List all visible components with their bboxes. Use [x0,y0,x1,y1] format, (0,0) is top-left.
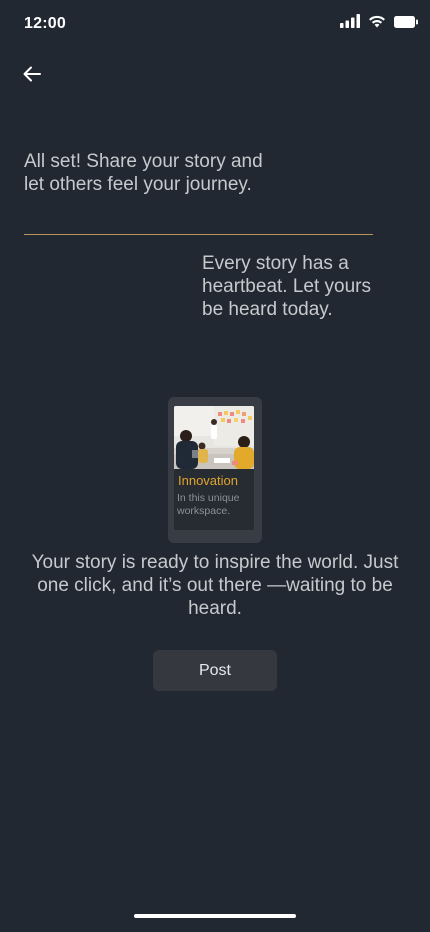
heartbeat-text: Every story has a heartbeat. Let yours b… [202,253,371,320]
share-story-screen: 12:00 All set! Share your story and let … [0,0,430,932]
inspire-text: Your story is ready to inspire the world… [31,552,399,619]
battery-icon [394,15,418,33]
home-indicator[interactable] [134,914,296,918]
post-button[interactable]: Post [153,650,277,691]
back-button[interactable] [18,62,46,90]
preview-title: Innovation [178,473,238,488]
status-icons [340,14,418,33]
wifi-icon [368,14,386,33]
story-preview-inner: Innovation In this unique workspace. [174,406,254,530]
status-time: 12:00 [24,15,66,32]
status-bar: 12:00 [0,0,430,50]
story-preview-card[interactable]: Innovation In this unique workspace. [168,397,262,543]
intro-text: All set! Share your story and let others… [24,151,263,195]
team-meeting-photo [174,406,254,469]
divider [24,234,373,235]
preview-subtitle: In this unique workspace. [177,492,240,517]
cellular-signal-icon [340,14,360,33]
arrow-left-icon [23,66,41,87]
